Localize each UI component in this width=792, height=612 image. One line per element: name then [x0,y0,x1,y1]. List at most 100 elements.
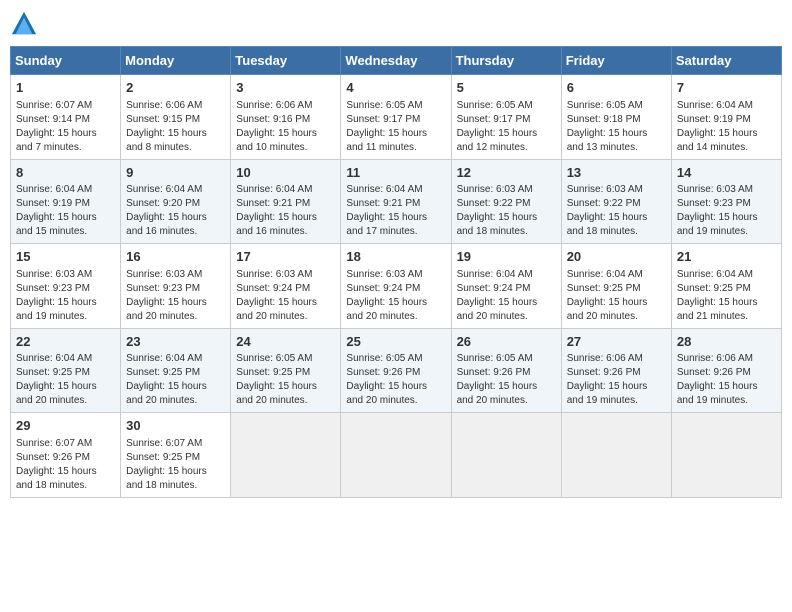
calendar-week-2: 8Sunrise: 6:04 AM Sunset: 9:19 PM Daylig… [11,159,782,244]
day-number: 12 [457,164,556,182]
day-number: 22 [16,333,115,351]
day-info: Sunrise: 6:04 AM Sunset: 9:21 PM Dayligh… [346,183,445,239]
day-info: Sunrise: 6:04 AM Sunset: 9:19 PM Dayligh… [677,99,776,155]
day-info: Sunrise: 6:07 AM Sunset: 9:14 PM Dayligh… [16,99,115,155]
calendar-cell: 5 Sunrise: 6:05 AM Sunset: 9:17 PM Daylig… [451,75,561,160]
header-friday: Friday [561,47,671,75]
calendar-cell: 6 Sunrise: 6:05 AM Sunset: 9:18 PM Daylig… [561,75,671,160]
day-info: Sunrise: 6:03 AM Sunset: 9:23 PM Dayligh… [126,268,225,324]
calendar-cell: 27Sunrise: 6:06 AM Sunset: 9:26 PM Dayli… [561,328,671,413]
day-number: 27 [567,333,666,351]
day-number: 16 [126,248,225,266]
calendar-cell: 11Sunrise: 6:04 AM Sunset: 9:21 PM Dayli… [341,159,451,244]
calendar-week-5: 29 Sunrise: 6:07 AM Sunset: 9:26 PM Dayli… [11,413,782,498]
calendar-cell: 8Sunrise: 6:04 AM Sunset: 9:19 PM Daylig… [11,159,121,244]
header-tuesday: Tuesday [231,47,341,75]
day-number: 29 [16,417,115,435]
header-sunday: Sunday [11,47,121,75]
day-info: Sunrise: 6:04 AM Sunset: 9:19 PM Dayligh… [16,183,115,239]
day-number: 11 [346,164,445,182]
day-number: 3 [236,79,335,97]
day-number: 2 [126,79,225,97]
day-number: 15 [16,248,115,266]
calendar-cell: 3 Sunrise: 6:06 AM Sunset: 9:16 PM Daylig… [231,75,341,160]
header-thursday: Thursday [451,47,561,75]
calendar-cell [671,413,781,498]
day-info: Sunrise: 6:06 AM Sunset: 9:26 PM Dayligh… [677,352,776,408]
day-info: Sunrise: 6:06 AM Sunset: 9:16 PM Dayligh… [236,99,335,155]
day-number: 6 [567,79,666,97]
calendar-cell: 30 Sunrise: 6:07 AM Sunset: 9:25 PM Dayli… [121,413,231,498]
day-number: 9 [126,164,225,182]
calendar-cell: 17 Sunrise: 6:03 AM Sunset: 9:24 PM Dayli… [231,244,341,329]
calendar-cell: 7Sunrise: 6:04 AM Sunset: 9:19 PM Daylig… [671,75,781,160]
day-info: Sunrise: 6:04 AM Sunset: 9:25 PM Dayligh… [567,268,666,324]
day-info: Sunrise: 6:04 AM Sunset: 9:24 PM Dayligh… [457,268,556,324]
calendar-cell: 14Sunrise: 6:03 AM Sunset: 9:23 PM Dayli… [671,159,781,244]
day-info: Sunrise: 6:03 AM Sunset: 9:22 PM Dayligh… [457,183,556,239]
header-wednesday: Wednesday [341,47,451,75]
day-info: Sunrise: 6:05 AM Sunset: 9:25 PM Dayligh… [236,352,335,408]
calendar-cell: 16 Sunrise: 6:03 AM Sunset: 9:23 PM Dayli… [121,244,231,329]
calendar-cell: 26Sunrise: 6:05 AM Sunset: 9:26 PM Dayli… [451,328,561,413]
calendar-cell: 9Sunrise: 6:04 AM Sunset: 9:20 PM Daylig… [121,159,231,244]
calendar-cell: 25Sunrise: 6:05 AM Sunset: 9:26 PM Dayli… [341,328,451,413]
calendar-week-3: 15 Sunrise: 6:03 AM Sunset: 9:23 PM Dayli… [11,244,782,329]
day-number: 1 [16,79,115,97]
calendar-cell: 12Sunrise: 6:03 AM Sunset: 9:22 PM Dayli… [451,159,561,244]
page-header [10,10,782,38]
day-info: Sunrise: 6:05 AM Sunset: 9:26 PM Dayligh… [346,352,445,408]
day-info: Sunrise: 6:07 AM Sunset: 9:25 PM Dayligh… [126,437,225,493]
day-info: Sunrise: 6:05 AM Sunset: 9:17 PM Dayligh… [457,99,556,155]
day-info: Sunrise: 6:03 AM Sunset: 9:23 PM Dayligh… [677,183,776,239]
day-number: 4 [346,79,445,97]
day-number: 18 [346,248,445,266]
calendar-cell [231,413,341,498]
day-number: 28 [677,333,776,351]
day-number: 20 [567,248,666,266]
day-info: Sunrise: 6:04 AM Sunset: 9:20 PM Dayligh… [126,183,225,239]
calendar-cell: 24Sunrise: 6:05 AM Sunset: 9:25 PM Dayli… [231,328,341,413]
calendar-week-1: 1 Sunrise: 6:07 AM Sunset: 9:14 PM Daylig… [11,75,782,160]
day-number: 8 [16,164,115,182]
day-number: 5 [457,79,556,97]
calendar-cell: 20 Sunrise: 6:04 AM Sunset: 9:25 PM Dayli… [561,244,671,329]
day-number: 30 [126,417,225,435]
day-info: Sunrise: 6:03 AM Sunset: 9:23 PM Dayligh… [16,268,115,324]
calendar-cell: 23Sunrise: 6:04 AM Sunset: 9:25 PM Dayli… [121,328,231,413]
day-number: 26 [457,333,556,351]
day-number: 24 [236,333,335,351]
day-info: Sunrise: 6:04 AM Sunset: 9:25 PM Dayligh… [677,268,776,324]
day-number: 19 [457,248,556,266]
day-number: 13 [567,164,666,182]
calendar-cell [341,413,451,498]
calendar-cell: 2 Sunrise: 6:06 AM Sunset: 9:15 PM Daylig… [121,75,231,160]
calendar-table: SundayMondayTuesdayWednesdayThursdayFrid… [10,46,782,498]
calendar-cell: 15 Sunrise: 6:03 AM Sunset: 9:23 PM Dayli… [11,244,121,329]
day-info: Sunrise: 6:04 AM Sunset: 9:21 PM Dayligh… [236,183,335,239]
day-info: Sunrise: 6:04 AM Sunset: 9:25 PM Dayligh… [126,352,225,408]
header-monday: Monday [121,47,231,75]
day-info: Sunrise: 6:03 AM Sunset: 9:24 PM Dayligh… [236,268,335,324]
calendar-cell [451,413,561,498]
day-number: 25 [346,333,445,351]
day-info: Sunrise: 6:07 AM Sunset: 9:26 PM Dayligh… [16,437,115,493]
calendar-header-row: SundayMondayTuesdayWednesdayThursdayFrid… [11,47,782,75]
day-number: 23 [126,333,225,351]
day-number: 10 [236,164,335,182]
calendar-cell: 1 Sunrise: 6:07 AM Sunset: 9:14 PM Daylig… [11,75,121,160]
day-number: 17 [236,248,335,266]
calendar-cell: 4 Sunrise: 6:05 AM Sunset: 9:17 PM Daylig… [341,75,451,160]
day-info: Sunrise: 6:05 AM Sunset: 9:18 PM Dayligh… [567,99,666,155]
calendar-cell: 13Sunrise: 6:03 AM Sunset: 9:22 PM Dayli… [561,159,671,244]
calendar-cell: 10Sunrise: 6:04 AM Sunset: 9:21 PM Dayli… [231,159,341,244]
calendar-cell: 22Sunrise: 6:04 AM Sunset: 9:25 PM Dayli… [11,328,121,413]
calendar-cell: 18Sunrise: 6:03 AM Sunset: 9:24 PM Dayli… [341,244,451,329]
day-info: Sunrise: 6:05 AM Sunset: 9:17 PM Dayligh… [346,99,445,155]
day-info: Sunrise: 6:05 AM Sunset: 9:26 PM Dayligh… [457,352,556,408]
logo-icon [10,10,38,38]
day-number: 14 [677,164,776,182]
day-info: Sunrise: 6:06 AM Sunset: 9:15 PM Dayligh… [126,99,225,155]
calendar-cell: 19 Sunrise: 6:04 AM Sunset: 9:24 PM Dayli… [451,244,561,329]
day-info: Sunrise: 6:03 AM Sunset: 9:22 PM Dayligh… [567,183,666,239]
